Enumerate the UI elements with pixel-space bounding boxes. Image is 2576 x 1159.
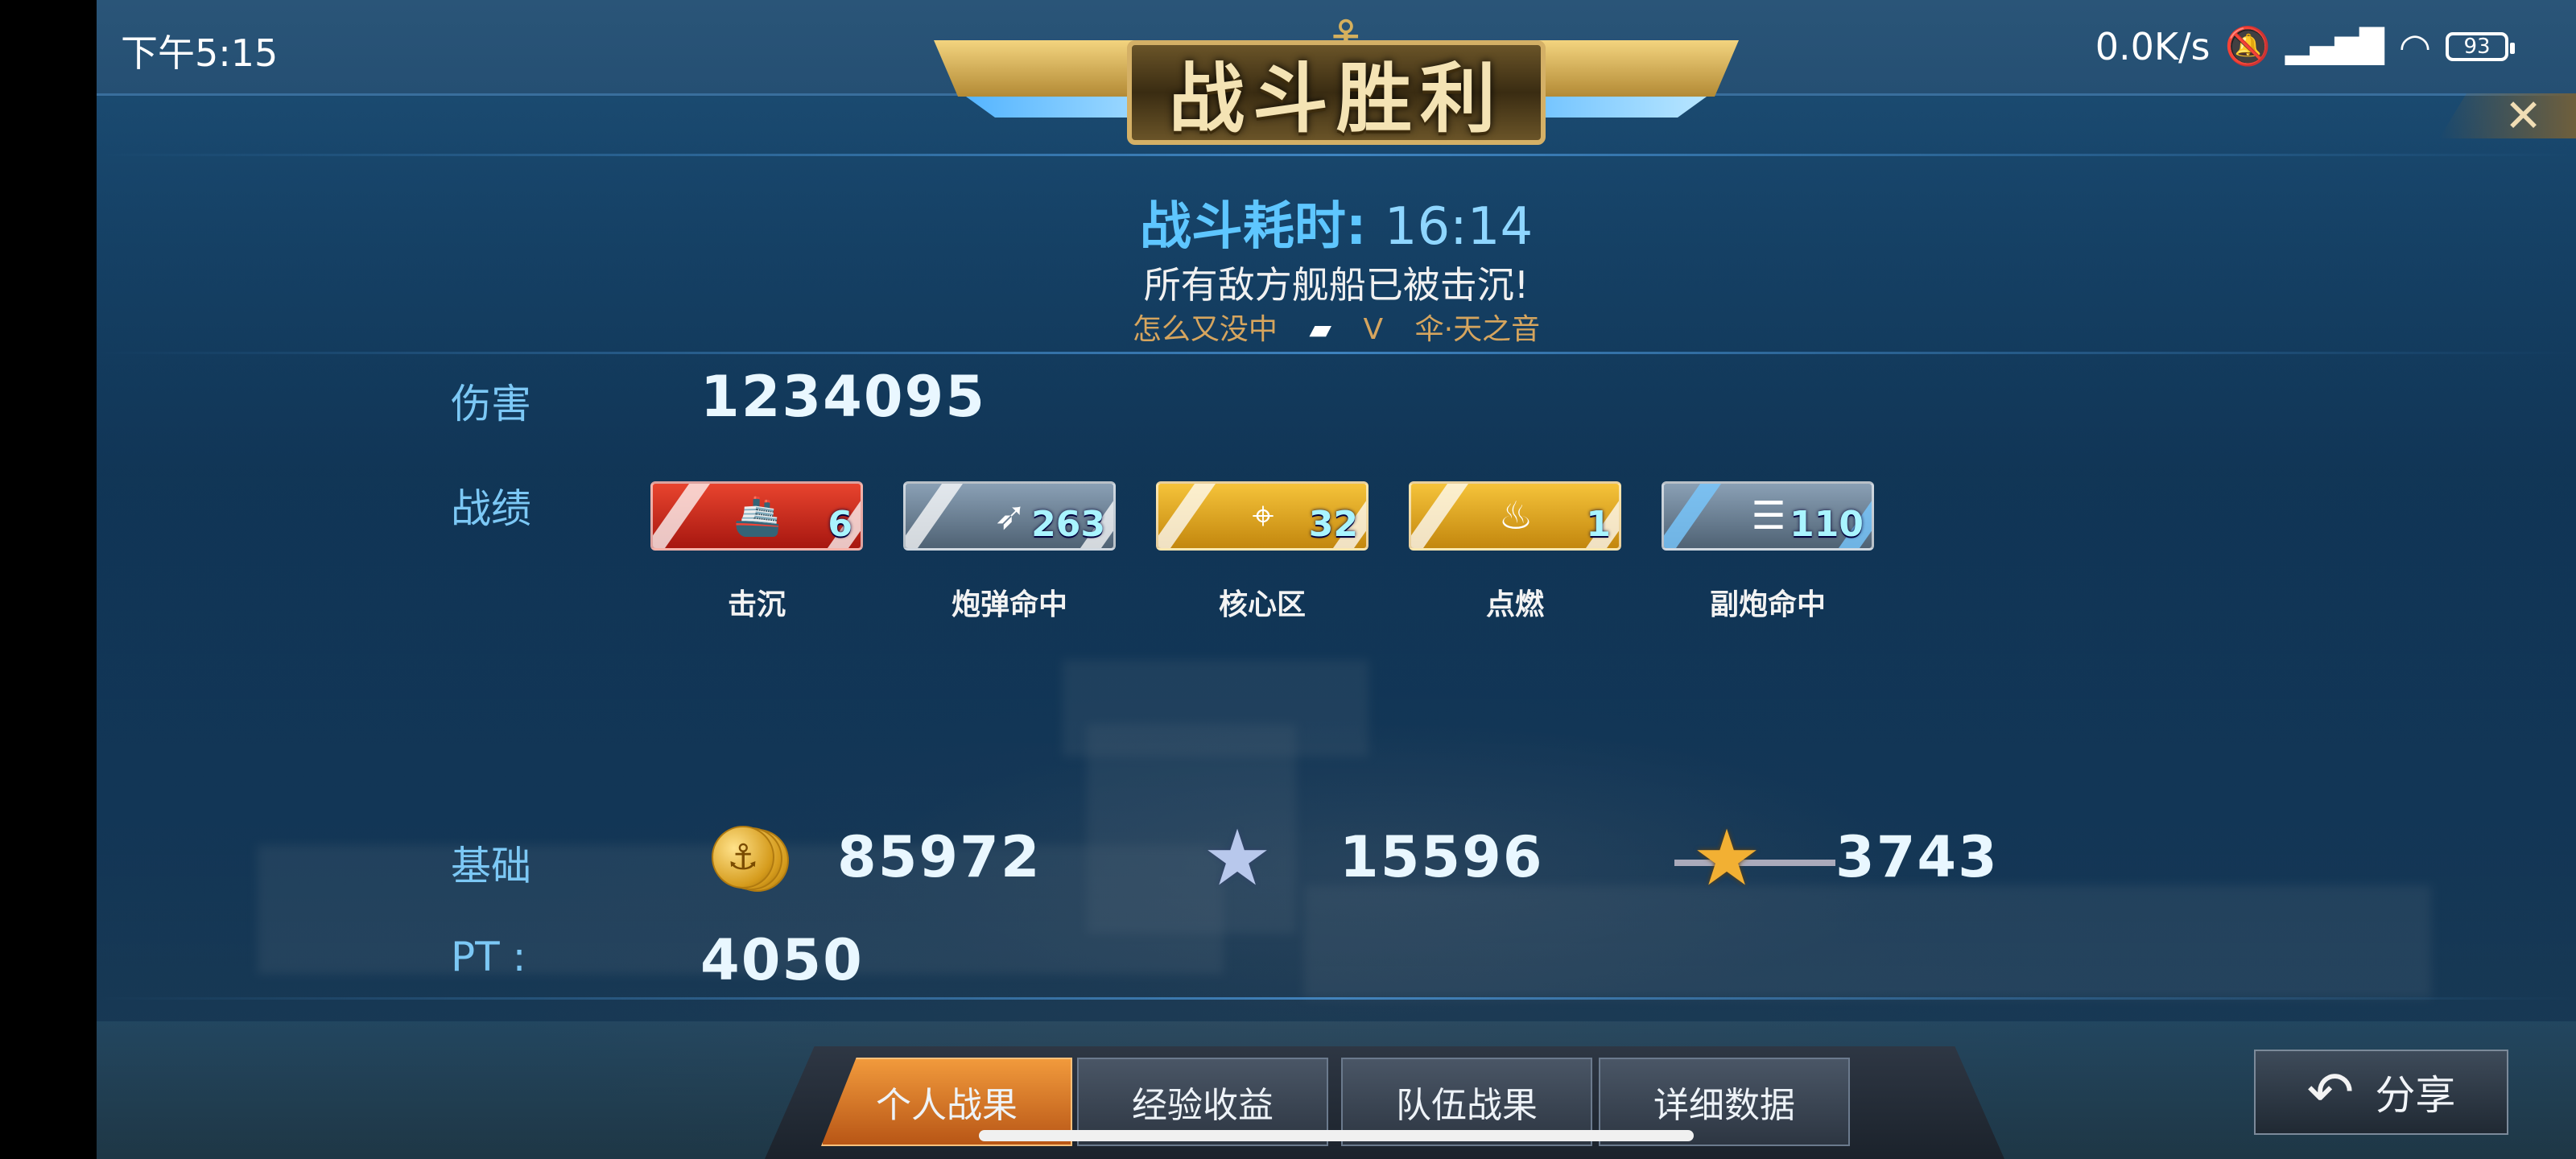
badge-count: 263 <box>1031 504 1105 545</box>
divider <box>97 997 2576 1000</box>
game-view: ⚓ 战斗胜利 ✕ 战斗耗时: 16:14 所有敌方舰船已被击沉! 怎么又没中 ▰… <box>97 0 2576 1159</box>
pt-label: PT : <box>451 934 526 980</box>
gold-star-icon: ★ <box>1692 813 1762 903</box>
share-label: 分享 <box>2375 1072 2456 1119</box>
core-zone-icon: ⌖ <box>1252 493 1274 538</box>
badge-label: 炮弹命中 <box>951 588 1067 621</box>
silver-star-value: 15596 <box>1340 824 1544 890</box>
share-button[interactable]: ↶ 分享 <box>2254 1050 2508 1135</box>
fire-icon: ♨ <box>1498 493 1534 538</box>
rank-emblem-icon: ▰ <box>1309 313 1332 346</box>
battery-icon: 93 <box>2446 31 2515 61</box>
record-label: 战绩 <box>451 485 531 532</box>
badge-count: 110 <box>1790 504 1864 545</box>
damage-value: 1234095 <box>700 364 986 430</box>
battle-result-text: 所有敌方舰船已被击沉! <box>1143 263 1530 307</box>
badge-sink: 🚢 6 <box>650 481 863 551</box>
badge-core-zone: ⌖ 32 <box>1156 481 1368 551</box>
badge-secondary-hit: ☰ 110 <box>1662 481 1874 551</box>
versus-label: V <box>1363 313 1384 346</box>
home-indicator[interactable] <box>979 1130 1694 1141</box>
close-icon: ✕ <box>2504 89 2542 142</box>
badge-count: 1 <box>1586 504 1611 545</box>
badge-label: 核心区 <box>1218 588 1306 621</box>
gold-value: 85972 <box>837 824 1042 890</box>
battery-level: 93 <box>2463 34 2491 59</box>
mute-bell-icon: 🔕 <box>2224 24 2271 68</box>
gold-star-value: 3743 <box>1835 824 1999 890</box>
signal-icon: ▂▄▆█ <box>2285 27 2384 65</box>
network-speed: 0.0K/s <box>2095 24 2211 68</box>
screen: 下午5:15 0.0K/s 🔕 ▂▄▆█ ◠ 93 ⚓ 战斗胜利 <box>0 0 2576 1159</box>
gold-coin-icon: ⚓ <box>710 824 791 893</box>
battle-duration-value: 16:14 <box>1384 197 1534 257</box>
damage-label: 伤害 <box>451 381 531 427</box>
wifi-icon: ◠ <box>2398 24 2431 68</box>
battle-duration: 战斗耗时: 16:14 <box>97 185 2576 259</box>
silver-star-icon: ★ <box>1203 813 1273 903</box>
badge-ignite: ♨ 1 <box>1409 481 1621 551</box>
badge-label: 副炮命中 <box>1709 588 1826 621</box>
status-bar: 下午5:15 0.0K/s 🔕 ▂▄▆█ ◠ 93 <box>0 0 2576 93</box>
pt-value: 4050 <box>700 927 864 993</box>
badge-label: 点燃 <box>1485 588 1544 621</box>
matchup: 怎么又没中 ▰ V 伞·天之音 <box>97 306 2576 348</box>
status-time: 下午5:15 <box>121 31 279 75</box>
status-icons: 0.0K/s 🔕 ▂▄▆█ ◠ 93 <box>2095 24 2515 68</box>
share-arrow-icon: ↶ <box>2306 1059 2355 1125</box>
sink-ship-icon: 🚢 <box>733 493 782 538</box>
badge-label: 击沉 <box>727 588 786 621</box>
badge-count: 32 <box>1308 504 1358 545</box>
badge-shell-hit: ➶ 263 <box>903 481 1116 551</box>
badge-count: 6 <box>828 504 852 545</box>
base-label: 基础 <box>451 843 531 889</box>
battle-duration-label: 战斗耗时: <box>1139 197 1367 257</box>
player-left-name: 怎么又没中 <box>1132 313 1278 346</box>
player-right-name: 伞·天之音 <box>1414 313 1541 346</box>
divider <box>97 352 2576 354</box>
